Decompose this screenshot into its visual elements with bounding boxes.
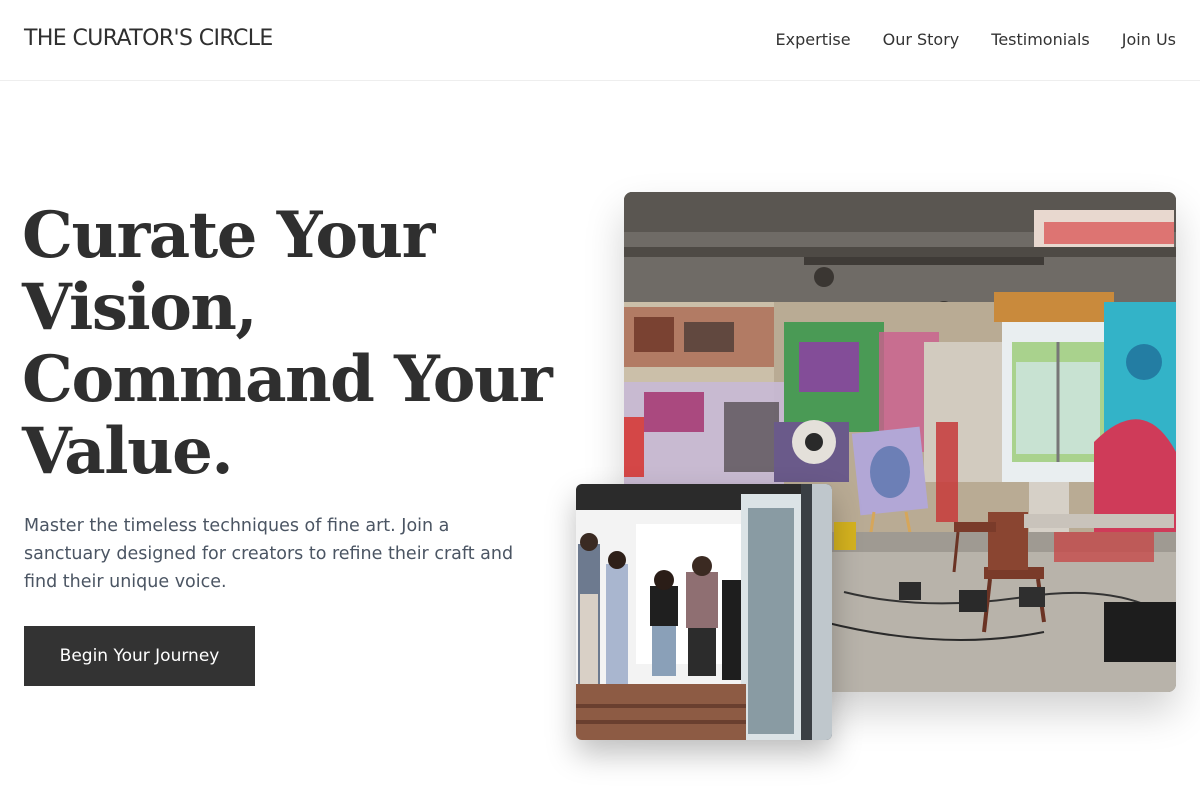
headline-line: Curate Your	[22, 198, 435, 273]
nav-link-expertise[interactable]: Expertise	[776, 30, 851, 49]
main-nav: Expertise Our Story Testimonials Join Us	[776, 30, 1176, 49]
nav-link-join-us[interactable]: Join Us	[1122, 30, 1176, 49]
hero-headline: Curate Your Vision, Command Your Value.	[22, 200, 582, 488]
begin-journey-button[interactable]: Begin Your Journey	[24, 626, 255, 686]
site-header: THE CURATOR'S CIRCLE Expertise Our Story…	[0, 0, 1200, 81]
brand-logo-text[interactable]: THE CURATOR'S CIRCLE	[24, 26, 273, 51]
nav-link-testimonials[interactable]: Testimonials	[991, 30, 1090, 49]
headline-line: Vision,	[22, 270, 258, 345]
headline-line: Command Your	[22, 342, 553, 417]
gallery-photo-illustration	[576, 484, 832, 740]
gallery-photo	[576, 484, 832, 740]
headline-line: Value.	[22, 414, 234, 489]
nav-link-our-story[interactable]: Our Story	[883, 30, 960, 49]
hero-subtext: Master the timeless techniques of fine a…	[24, 516, 514, 592]
